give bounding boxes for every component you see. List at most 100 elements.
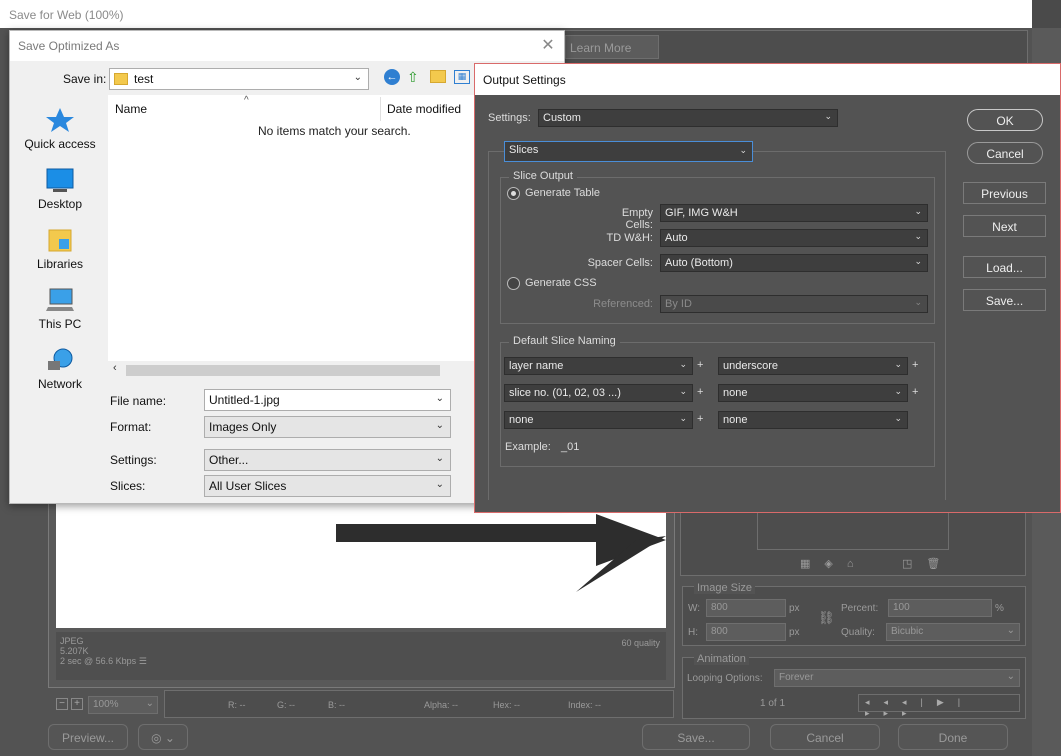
looping-value: Forever (779, 672, 814, 683)
naming-row3-b[interactable]: none ⌄ (718, 411, 908, 429)
slice-naming-title: Default Slice Naming (509, 335, 620, 347)
chevron-down-icon: ⌄ (679, 386, 687, 396)
horizontal-scrollbar[interactable]: ‹ (108, 361, 475, 379)
menu-lines-icon[interactable]: ☰ (139, 656, 147, 666)
network-icon (48, 348, 73, 370)
done-button[interactable]: Done (898, 724, 1008, 750)
browser-preview-button[interactable]: ◎ ⌄ (138, 724, 188, 750)
ok-button[interactable]: OK (967, 109, 1043, 131)
scroll-thumb[interactable] (126, 365, 440, 376)
slice-output-title: Slice Output (509, 170, 577, 182)
looping-label: Looping Options: (687, 673, 763, 684)
readout-hex: Hex: -- (493, 700, 520, 710)
preview-button[interactable]: Preview... (48, 724, 128, 750)
place-label: This PC (38, 317, 82, 331)
td-wh-select[interactable]: Auto ⌄ (660, 229, 928, 247)
save-button[interactable]: Save... (642, 724, 750, 750)
generate-css-radio[interactable] (507, 277, 520, 290)
info-format: JPEG (60, 636, 84, 646)
place-this-pc[interactable]: This PC (18, 287, 102, 331)
naming-value: none (723, 414, 748, 426)
naming-value: none (723, 387, 748, 399)
place-desktop[interactable]: Desktop (18, 167, 102, 211)
libraries-icon (48, 229, 72, 252)
file-name-input[interactable]: Untitled-1.jpg ⌄ (204, 389, 451, 411)
generate-table-radio[interactable] (507, 187, 520, 200)
file-list[interactable]: ^ Name Date modified No items match your… (108, 95, 475, 379)
scroll-left-icon[interactable]: ‹ (113, 362, 117, 374)
place-libraries[interactable]: Libraries (18, 227, 102, 271)
animation-controls[interactable]: ◂◂◂|▶|▸▸▸ (858, 694, 1020, 718)
info-size: 5.207K (60, 646, 89, 656)
save-in-select[interactable]: test ⌄ (109, 68, 369, 90)
quality-select[interactable]: Bicubic ⌄ (886, 623, 1020, 641)
percent-label: Percent: (841, 603, 879, 614)
next-button[interactable]: Next (963, 215, 1046, 237)
sfw-window-title: Save for Web (100%) (0, 0, 1032, 28)
place-label: Network (37, 377, 82, 391)
width-field[interactable]: 800 (706, 599, 786, 617)
star-icon (46, 108, 74, 132)
column-name[interactable]: Name (115, 102, 147, 116)
naming-row1-b[interactable]: underscore ⌄ (718, 357, 908, 375)
height-field[interactable]: 800 (706, 623, 786, 641)
column-date[interactable]: Date modified (387, 102, 461, 116)
chevron-down-icon: ⌄ (894, 413, 902, 423)
slices-select[interactable]: All User Slices ⌄ (204, 475, 451, 497)
naming-row2-b[interactable]: none ⌄ (718, 384, 908, 402)
save-settings-button[interactable]: Save... (963, 289, 1046, 311)
h-label: H: (688, 627, 698, 638)
chevron-down-icon: ⌄ (824, 111, 832, 121)
settings-select[interactable]: Other... ⌄ (204, 449, 451, 471)
section-select[interactable]: Slices ⌄ (504, 141, 753, 162)
places-bar: Quick access Desktop Libraries This PC N… (10, 95, 108, 413)
place-quick-access[interactable]: Quick access (18, 107, 102, 151)
readout-g: G: -- (277, 700, 295, 710)
empty-cells-select[interactable]: GIF, IMG W&H ⌄ (660, 204, 928, 222)
place-network[interactable]: Network (18, 347, 102, 391)
color-table-trash-icons[interactable]: ◳🗑 (902, 557, 954, 570)
td-wh-label: TD W&H: (606, 232, 653, 244)
zoom-out-button[interactable]: − (56, 698, 68, 710)
load-button[interactable]: Load... (963, 256, 1046, 278)
chevron-down-icon: ⌄ (914, 206, 922, 216)
percent-field[interactable]: 100 (888, 599, 992, 617)
w-unit: px (789, 603, 800, 614)
preview-canvas[interactable] (56, 500, 666, 628)
chevron-down-icon: ⌄ (679, 413, 687, 423)
readout-r: R: -- (228, 700, 246, 710)
back-icon[interactable]: ← (384, 69, 400, 85)
settings-label: Settings: (110, 453, 157, 467)
naming-row2-a[interactable]: slice no. (01, 02, 03 ...) ⌄ (504, 384, 693, 402)
zoom-in-button[interactable]: + (71, 698, 83, 710)
close-icon[interactable]: ✕ (540, 35, 556, 55)
referenced-select[interactable]: By ID ⌄ (660, 295, 928, 313)
previous-button[interactable]: Previous (963, 182, 1046, 204)
view-menu-icon[interactable]: ▦ (454, 70, 470, 84)
chevron-down-icon: ⌄ (435, 420, 444, 431)
looping-select[interactable]: Forever ⌄ (774, 669, 1020, 687)
slices-value: All User Slices (209, 479, 287, 493)
section-value: Slices (509, 144, 539, 156)
zoom-value: 100% (93, 699, 119, 710)
cancel-button[interactable]: Cancel (770, 724, 880, 750)
learn-more-button[interactable]: Learn More (565, 35, 659, 59)
settings-preset-value: Custom (543, 112, 581, 124)
cancel-button[interactable]: Cancel (967, 142, 1043, 164)
link-icon[interactable]: ⛓ (818, 610, 835, 626)
naming-row3-a[interactable]: none ⌄ (504, 411, 693, 429)
color-table-icons[interactable]: ▦◈⌂ (800, 557, 868, 570)
arrow-graphic (336, 514, 666, 592)
frame-counter: 1 of 1 (760, 698, 786, 709)
up-folder-icon[interactable]: ⇧ (407, 69, 419, 86)
format-select[interactable]: Images Only ⌄ (204, 416, 451, 438)
desktop-icon (46, 168, 74, 192)
naming-row1-a[interactable]: layer name ⌄ (504, 357, 693, 375)
referenced-value: By ID (665, 298, 692, 310)
new-folder-icon[interactable] (430, 70, 446, 83)
spacer-cells-select[interactable]: Auto (Bottom) ⌄ (660, 254, 928, 272)
settings-preset-select[interactable]: Custom ⌄ (538, 109, 838, 127)
zoom-select[interactable]: 100% ⌄ (88, 696, 158, 714)
save-in-label: Save in: (63, 72, 107, 86)
info-quality: 60 quality (621, 638, 660, 648)
